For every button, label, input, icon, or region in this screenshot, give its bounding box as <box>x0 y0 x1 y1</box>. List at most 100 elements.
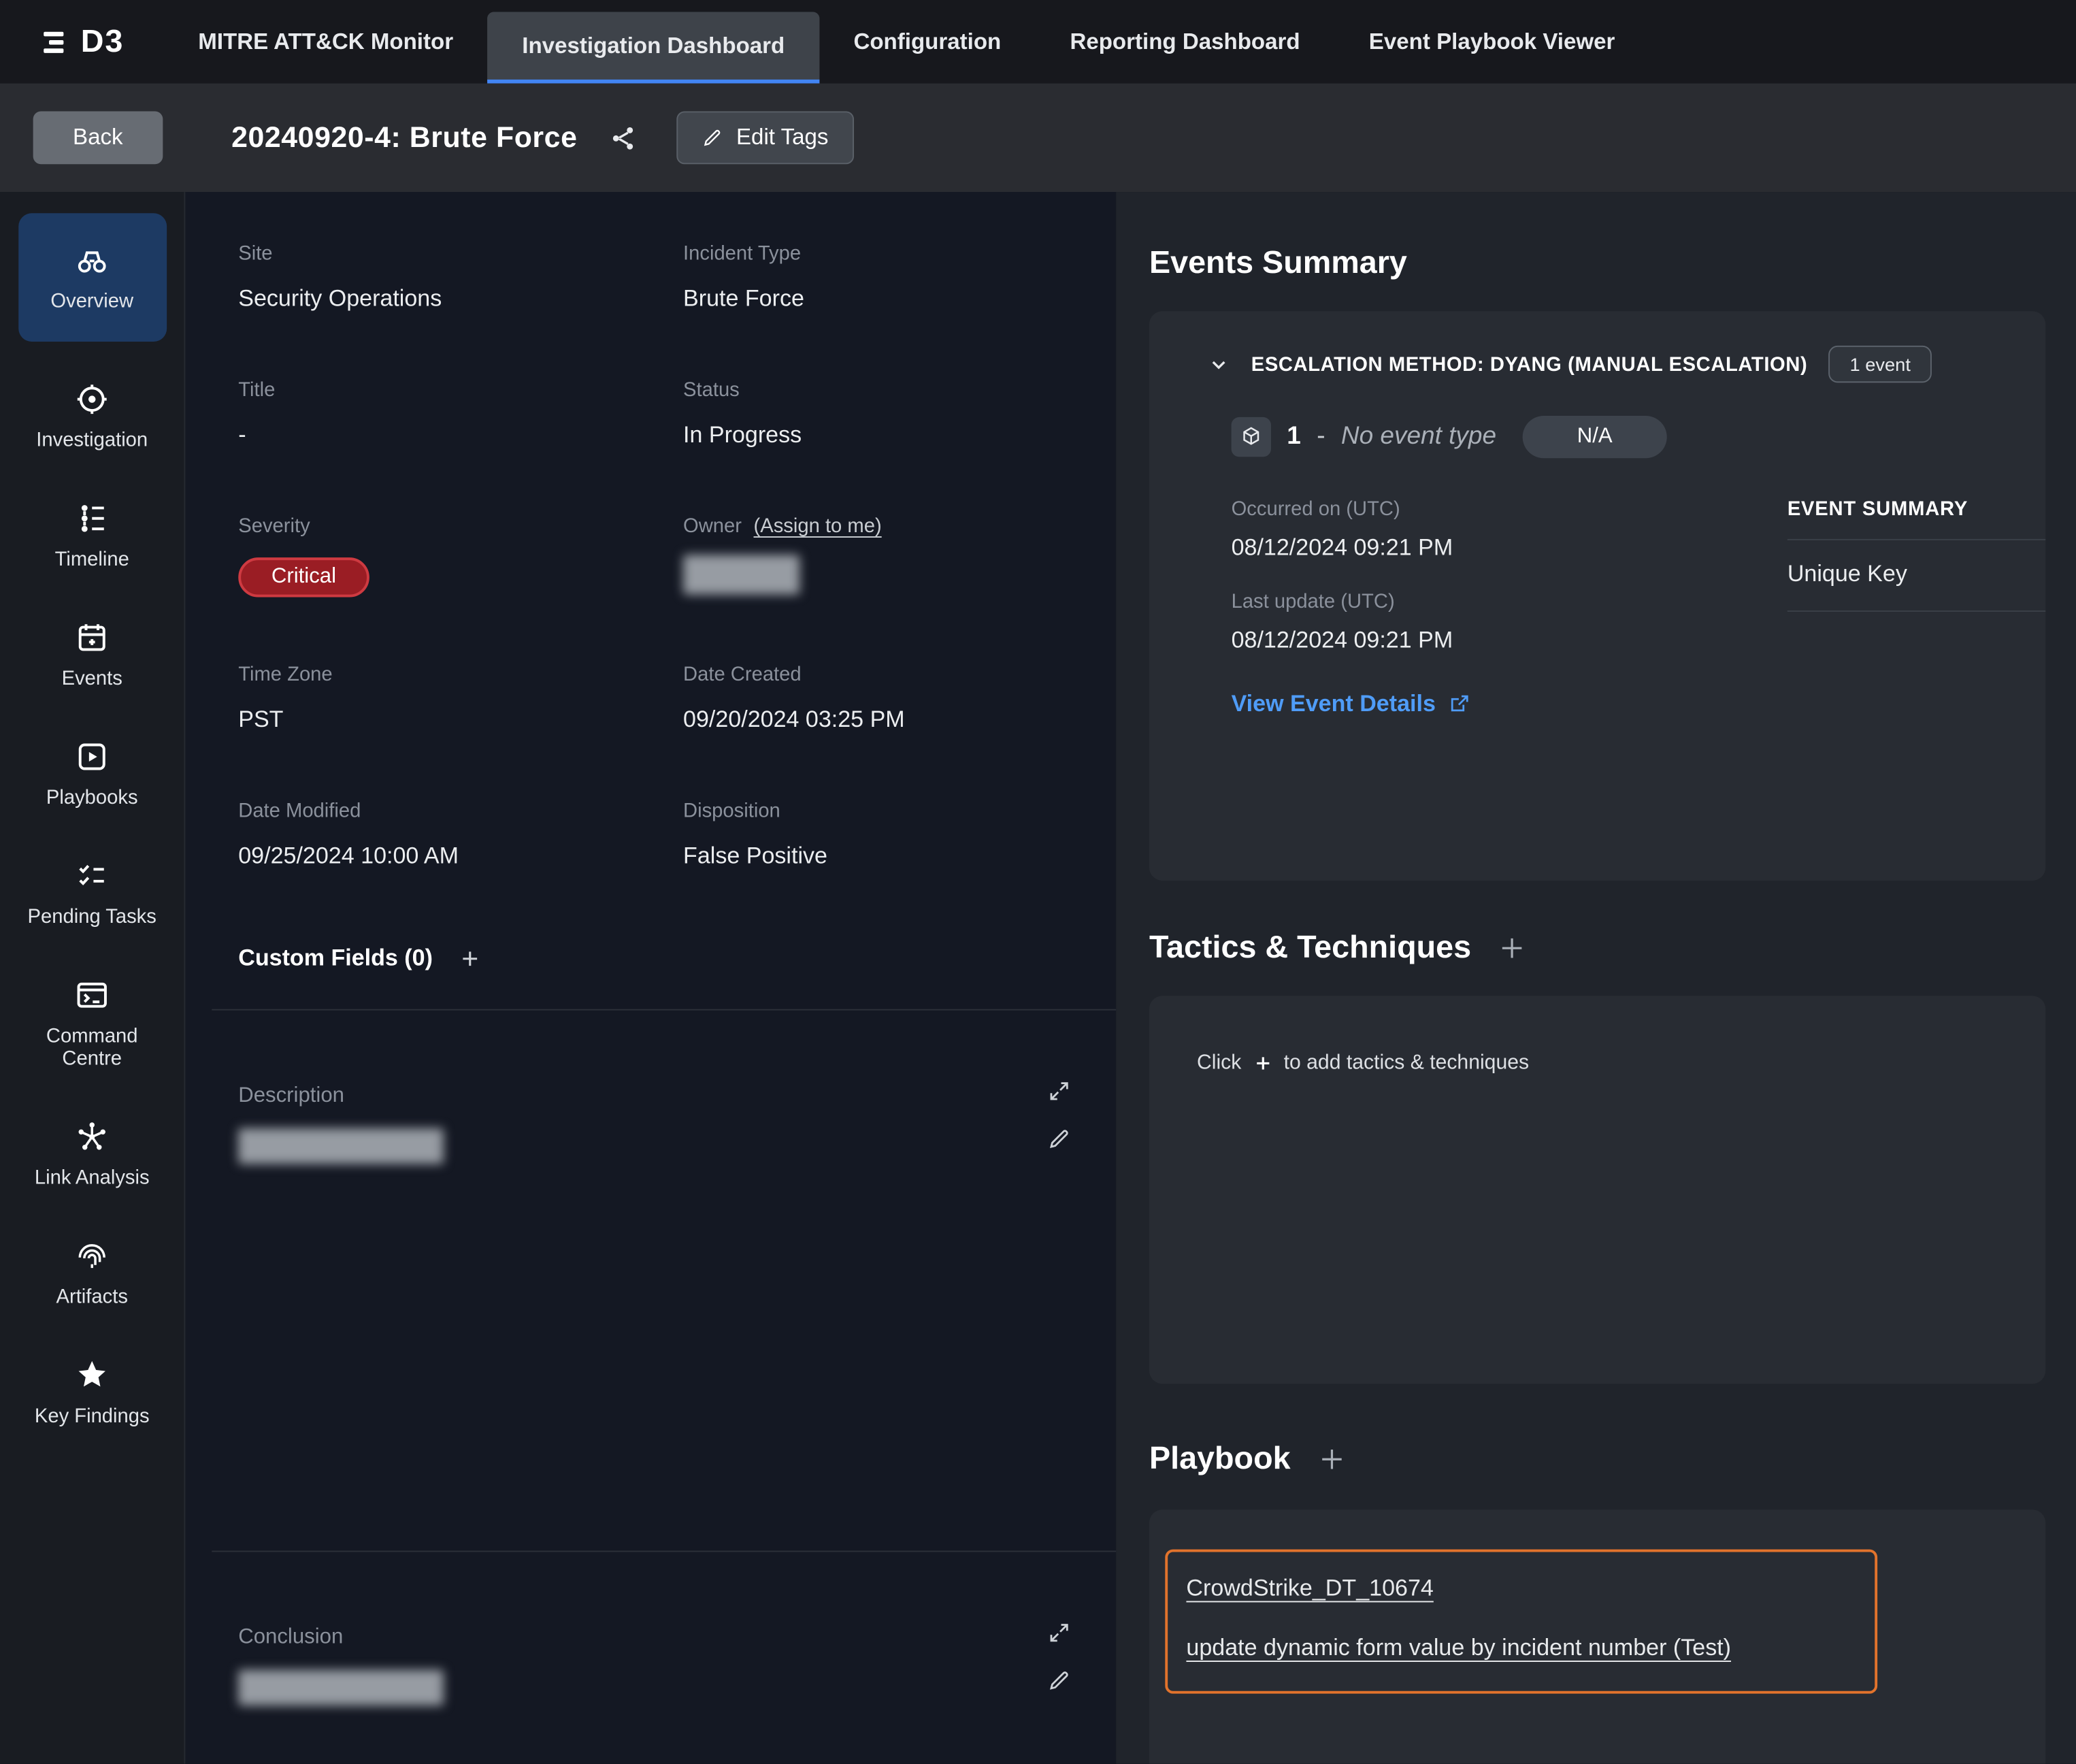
sidebar-item-overview[interactable]: Overview <box>18 213 166 342</box>
plus-icon <box>459 947 480 968</box>
conclusion-content-redacted <box>238 1670 444 1706</box>
sidebar-item-label: Link Analysis <box>35 1166 150 1189</box>
field-date-created: Date Created 09/20/2024 03:25 PM <box>683 664 1066 734</box>
field-site: Site Security Operations <box>238 242 683 312</box>
owner-value-redacted <box>683 555 800 594</box>
checklist-icon <box>74 858 110 894</box>
escalation-header-row[interactable]: ESCALATION METHOD: DYANG (MANUAL ESCALAT… <box>1208 346 2046 382</box>
divider <box>212 1009 1116 1011</box>
event-type-chip <box>1232 417 1271 457</box>
back-button[interactable]: Back <box>33 111 163 164</box>
pencil-icon <box>1047 1127 1071 1151</box>
description-label: Description <box>238 1085 1066 1109</box>
nav-tab-mitre-attck-monitor[interactable]: MITRE ATT&CK Monitor <box>164 0 488 84</box>
sidebar-item-label: Investigation <box>36 429 148 451</box>
external-link-icon <box>1449 693 1471 715</box>
sidebar-item-artifacts[interactable]: Artifacts <box>14 1238 170 1308</box>
field-status: Status In Progress <box>683 378 1066 448</box>
expand-icon <box>1047 1621 1071 1645</box>
sidebar-item-pending-tasks[interactable]: Pending Tasks <box>14 858 170 928</box>
sidebar-item-command-centre[interactable]: Command Centre <box>14 977 170 1070</box>
edit-tags-button[interactable]: Edit Tags <box>676 111 853 164</box>
field-title: Title - <box>238 378 683 448</box>
assign-to-me-link[interactable]: (Assign to me) <box>754 515 882 538</box>
add-tactics-button[interactable] <box>1498 934 1527 963</box>
cube-icon <box>1239 425 1263 449</box>
tactics-hint-suffix: to add tactics & techniques <box>1284 1051 1529 1075</box>
tactics-empty-hint: Click to add tactics & techniques <box>1197 1051 2009 1075</box>
playbook-card: CrowdStrike_DT_10674 update dynamic form… <box>1149 1509 2045 1764</box>
sidebar-item-timeline[interactable]: Timeline <box>14 501 170 571</box>
plus-icon <box>1317 1445 1346 1474</box>
field-owner: Owner (Assign to me) <box>683 515 1066 598</box>
main-body: Overview Investigation Timeline <box>0 192 2076 1764</box>
sidebar-item-link-analysis[interactable]: Link Analysis <box>14 1119 170 1189</box>
play-square-icon <box>74 739 110 775</box>
add-playbook-button[interactable] <box>1317 1445 1346 1474</box>
incident-title: 20240920-4: Brute Force <box>231 120 577 155</box>
share-icon <box>609 124 637 152</box>
description-content-redacted <box>238 1128 444 1164</box>
field-label: Title <box>238 378 683 401</box>
sidebar-item-events[interactable]: Events <box>14 620 170 690</box>
incident-fields: Site Security Operations Incident Type B… <box>238 242 1066 936</box>
sidebar-item-label: Events <box>62 668 122 690</box>
sidebar-item-investigation[interactable]: Investigation <box>14 381 170 451</box>
occurred-on-group: Occurred on (UTC) 08/12/2024 09:21 PM <box>1232 498 1787 561</box>
field-label: Date Modified <box>238 800 683 822</box>
conclusion-section: Conclusion <box>238 1626 1066 1705</box>
field-label: Disposition <box>683 800 1066 822</box>
edit-conclusion-button[interactable] <box>1047 1669 1071 1693</box>
view-event-details-link[interactable]: View Event Details <box>1232 690 1787 718</box>
event-details-columns: Occurred on (UTC) 08/12/2024 09:21 PM La… <box>1181 498 2046 718</box>
field-label: Severity <box>238 515 683 538</box>
target-icon <box>74 381 110 417</box>
custom-fields-title: Custom Fields (0) <box>238 944 433 972</box>
d3-logo-icon <box>39 26 71 58</box>
field-incident-type: Incident Type Brute Force <box>683 242 1066 312</box>
table-divider <box>1787 610 2045 612</box>
calendar-icon <box>74 620 110 656</box>
nav-tab-reporting-dashboard[interactable]: Reporting Dashboard <box>1036 0 1334 84</box>
sidebar-item-playbooks[interactable]: Playbooks <box>14 739 170 809</box>
field-value: Security Operations <box>238 284 683 312</box>
expand-conclusion-button[interactable] <box>1047 1621 1071 1645</box>
unique-key-row: Unique Key <box>1787 540 2045 610</box>
sidebar-item-key-findings[interactable]: Key Findings <box>14 1357 170 1427</box>
field-label: Status <box>683 378 1066 401</box>
field-value: 09/25/2024 10:00 AM <box>238 843 683 870</box>
share-button[interactable] <box>609 124 637 152</box>
nav-tab-investigation-dashboard[interactable]: Investigation Dashboard <box>488 12 819 84</box>
incident-details-panel: Site Security Operations Incident Type B… <box>185 192 1116 1764</box>
divider <box>212 1551 1116 1552</box>
chevron-down-icon <box>1208 353 1230 376</box>
playbook-link-crowdstrike[interactable]: CrowdStrike_DT_10674 <box>1186 1575 1856 1603</box>
escalation-method-title: ESCALATION METHOD: DYANG (MANUAL ESCALAT… <box>1251 353 1808 376</box>
nav-tab-configuration[interactable]: Configuration <box>819 0 1036 84</box>
playbook-link-update-dynamic-form[interactable]: update dynamic form value by incident nu… <box>1186 1634 1856 1662</box>
event-count-badge: 1 event <box>1828 346 1932 382</box>
playbook-header: Playbook <box>1149 1441 2045 1477</box>
expand-description-button[interactable] <box>1047 1079 1071 1103</box>
add-custom-field-button[interactable] <box>459 947 480 968</box>
edit-description-button[interactable] <box>1047 1127 1071 1151</box>
field-label: Date Created <box>683 664 1066 686</box>
field-severity: Severity Critical <box>238 515 683 598</box>
field-label: Site <box>238 242 683 265</box>
sidebar-item-label: Timeline <box>55 549 129 571</box>
nav-tab-event-playbook-viewer[interactable]: Event Playbook Viewer <box>1334 0 1649 84</box>
sidebar-item-label: Overview <box>50 290 133 312</box>
last-update-value: 08/12/2024 09:21 PM <box>1232 626 1787 654</box>
view-event-details-label: View Event Details <box>1232 690 1436 718</box>
field-value: - <box>238 421 683 449</box>
event-summary-column-header: EVENT SUMMARY <box>1787 498 2045 521</box>
app-window: D3 MITRE ATT&CK Monitor Investigation Da… <box>0 0 2076 1764</box>
event-row: 1 - No event type N/A <box>1232 416 2046 458</box>
binoculars-icon <box>74 242 110 278</box>
field-value: 09/20/2024 03:25 PM <box>683 706 1066 734</box>
sidebar-item-label: Key Findings <box>35 1405 150 1427</box>
occurred-on-value: 08/12/2024 09:21 PM <box>1232 534 1787 561</box>
summary-panel: Events Summary ESCALATION METHOD: DYANG … <box>1116 192 2076 1764</box>
last-update-group: Last update (UTC) 08/12/2024 09:21 PM <box>1232 591 1787 654</box>
sidebar-item-label: Artifacts <box>56 1286 128 1308</box>
